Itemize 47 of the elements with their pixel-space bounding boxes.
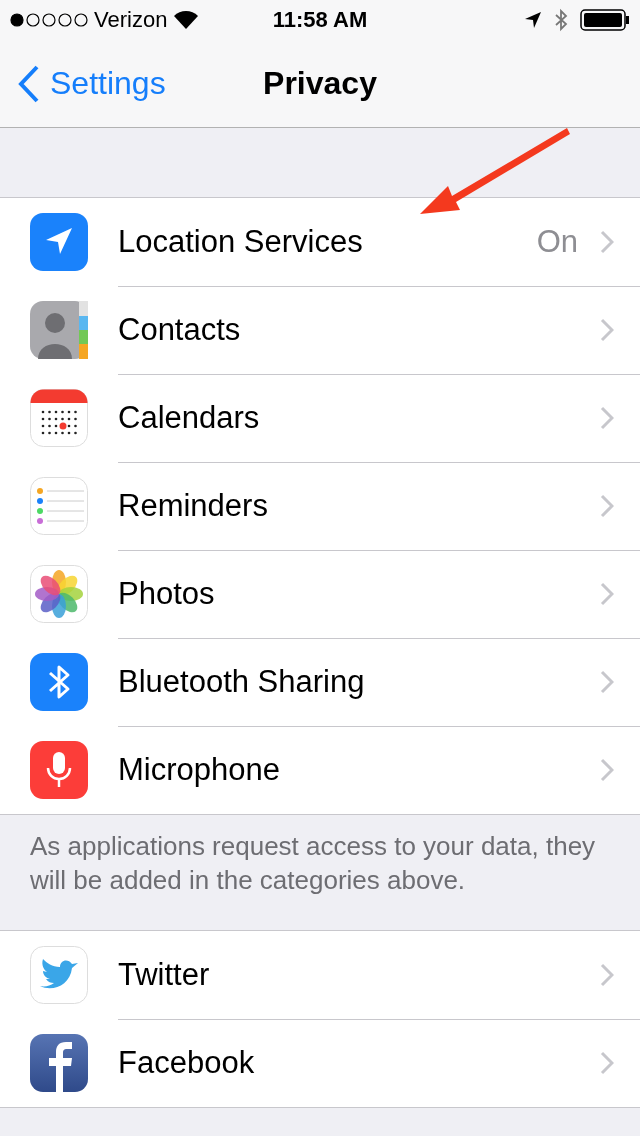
status-time: 11:58 AM [272,7,368,33]
chevron-icon [600,229,614,254]
settings-row[interactable]: Photos [0,550,640,638]
signal-dots-icon [10,13,88,27]
back-button[interactable]: Settings [0,64,166,103]
wifi-icon [173,10,200,30]
settings-row[interactable]: Facebook [0,1019,640,1107]
chevron-icon [600,581,614,606]
flower-icon [30,565,88,623]
carrier-name: Verizon [94,7,168,33]
battery-icon [580,9,630,31]
row-label: Calendars [118,399,261,436]
chevron-icon [600,758,614,782]
row-label: Bluetooth Sharing [118,663,366,700]
row-label: Twitter [118,956,211,993]
row-label: Location Services [118,223,364,260]
row-label: Reminders [118,487,269,524]
back-label[interactable]: Settings [50,65,166,102]
chevron-icon [600,962,614,987]
row-value: On [536,223,578,260]
chevron-icon [600,317,614,342]
chevron-icon [600,669,614,694]
settings-row[interactable]: Microphone [0,726,640,814]
back-chevron-icon [18,64,40,103]
reminders-list-icon [30,477,88,535]
row-label: Photos [118,575,216,612]
facebook-f-icon [30,1034,88,1092]
bird-icon [30,946,88,1004]
settings-row[interactable]: Bluetooth Sharing [0,638,640,726]
microphone-icon [30,741,88,799]
row-label: Microphone [118,752,281,788]
row-label: Facebook [118,1045,256,1081]
chevron-icon [600,493,614,518]
chevron-icon [600,1051,614,1075]
settings-row[interactable]: Twitter [0,931,640,1019]
page-title: Privacy [263,65,377,102]
bluetooth-icon [30,653,88,711]
chevron-icon [600,405,614,430]
bluetooth-icon [554,8,568,32]
location-arrow-icon [524,11,542,29]
settings-row[interactable]: Calendars [0,374,640,462]
calendar-icon [30,389,88,447]
settings-row[interactable]: Contacts [0,286,640,374]
row-label: Contacts [118,311,242,348]
group-footer-text: As applications request access to your data, they will be added in the categories above. [29,830,597,897]
settings-row[interactable]: Reminders [0,462,640,550]
contacts-icon [30,301,88,359]
